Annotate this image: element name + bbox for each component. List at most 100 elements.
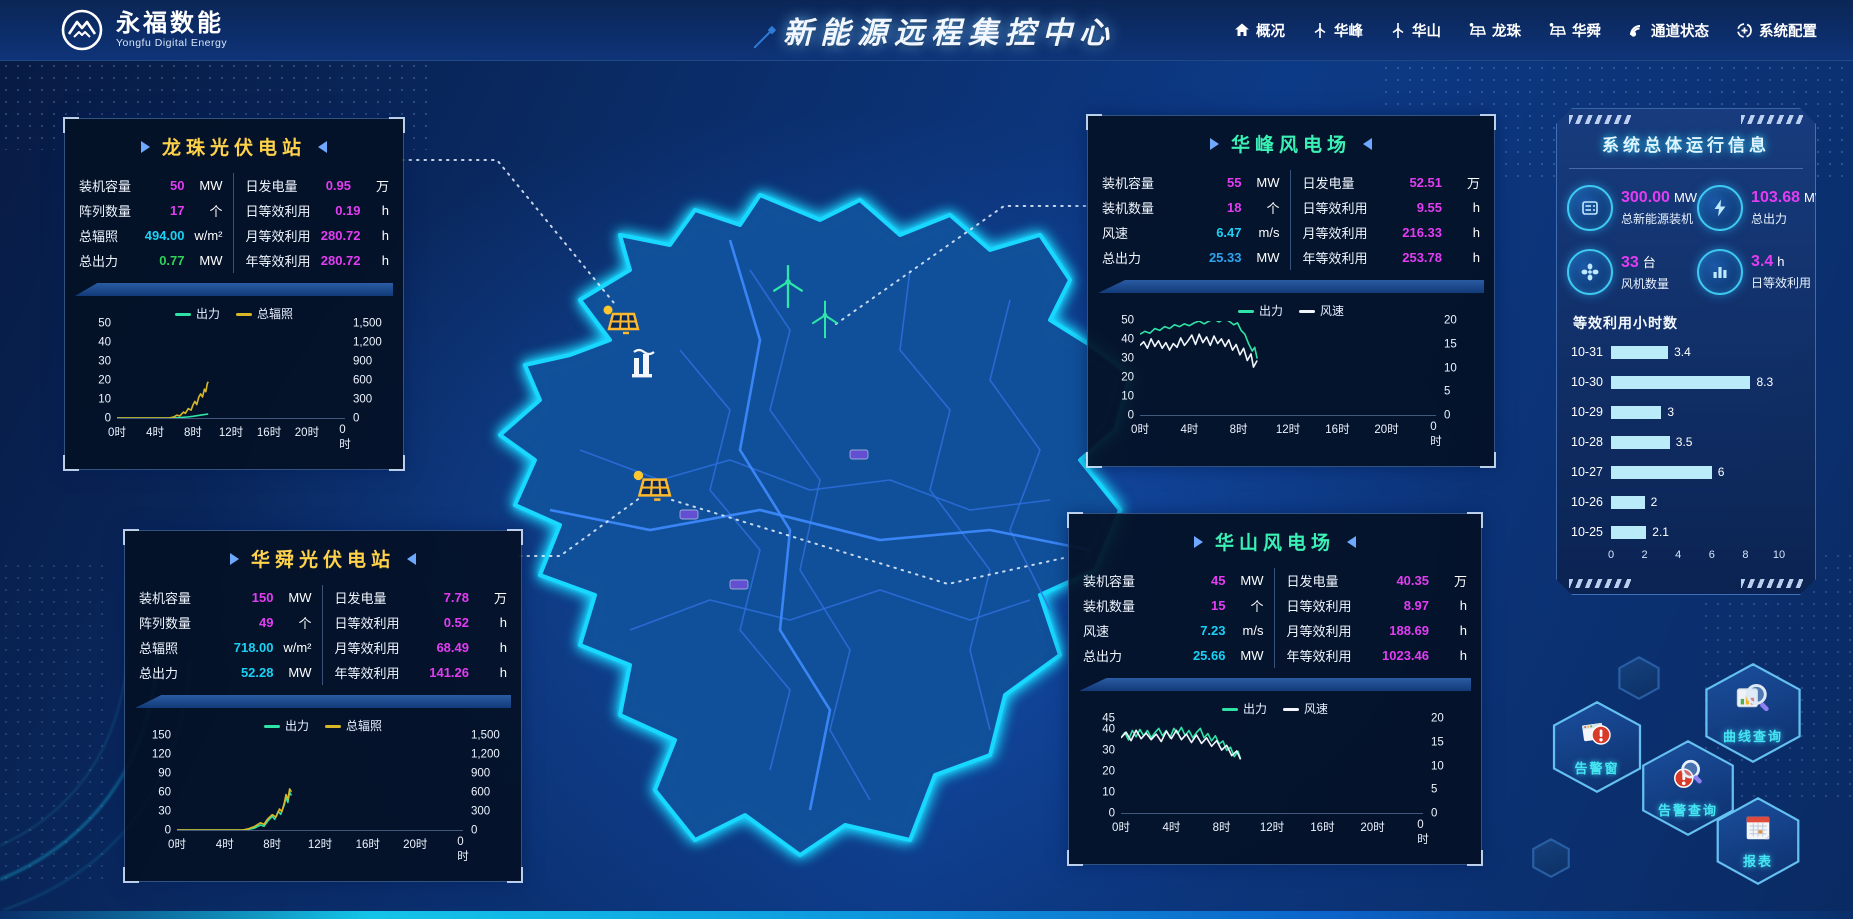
nav-item-system-config[interactable]: 系统配置 bbox=[1736, 20, 1817, 41]
bar-value: 3.4 bbox=[1674, 345, 1691, 359]
legend-item: 出力 bbox=[264, 717, 309, 734]
right-arrow-icon bbox=[318, 141, 327, 153]
metric-unit: 万 bbox=[1429, 571, 1467, 590]
corner-decoration bbox=[63, 117, 79, 133]
metric-value: 1023.46 bbox=[1379, 648, 1429, 663]
bar-value: 8.3 bbox=[1756, 375, 1773, 389]
metrics-left-column: 装机容量45MW装机数量15个风速7.23m/s总出力25.66MW bbox=[1083, 568, 1264, 668]
nav-item-channel-status[interactable]: 通道状态 bbox=[1628, 20, 1709, 41]
metric-value: 50 bbox=[135, 178, 185, 193]
metric-unit: m/s bbox=[1226, 623, 1264, 638]
chart-legend: 出力风速 bbox=[1085, 697, 1465, 719]
right-arrow-icon bbox=[407, 553, 416, 565]
nav-item-overview[interactable]: 概况 bbox=[1234, 20, 1285, 41]
divider-ribbon bbox=[75, 283, 393, 296]
right-arrow-icon bbox=[1347, 536, 1356, 548]
metric-value: 0.52 bbox=[419, 615, 469, 630]
nav-item-huashan[interactable]: 华山 bbox=[1390, 20, 1441, 41]
huashan-wind-marker[interactable] bbox=[806, 298, 844, 345]
nav-label: 系统配置 bbox=[1759, 20, 1817, 41]
metric-label: 装机容量 bbox=[1083, 571, 1176, 590]
curve-query-button[interactable]: 曲线查询 bbox=[1700, 663, 1806, 763]
sidebar-title: 系统总体运行信息 bbox=[1557, 131, 1815, 156]
company-logo: 永福数能 Yongfu Digital Energy bbox=[60, 8, 227, 52]
metric-unit: MW bbox=[1242, 250, 1280, 265]
equivalent-hours-bar-chart: 10-313.410-308.310-29310-283.510-27610-2… bbox=[1571, 337, 1801, 565]
longzhu-solar-marker[interactable] bbox=[600, 303, 640, 344]
metric-unit: h bbox=[1429, 648, 1467, 663]
stat-total-capacity: 300.00MW 总新能源装机 bbox=[1567, 185, 1697, 231]
metric-row: 年等效利用141.26h bbox=[335, 660, 508, 685]
metric-unit: 个 bbox=[1242, 198, 1280, 217]
stat-total-output: 103.68MW 总出力 bbox=[1697, 185, 1827, 231]
metric-label: 月等效利用 bbox=[1287, 621, 1380, 640]
nav-item-longzhu[interactable]: 龙珠 bbox=[1468, 20, 1521, 41]
power-icon bbox=[1697, 185, 1743, 231]
y-axis-right: 1,5001,2009006003000 bbox=[345, 324, 387, 419]
hours-icon bbox=[1697, 249, 1743, 295]
nav-item-huashun[interactable]: 华舜 bbox=[1548, 20, 1601, 41]
metric-value: 253.78 bbox=[1392, 250, 1442, 265]
panel-title: 龙珠光伏电站 bbox=[162, 133, 306, 160]
metric-row: 装机容量55MW bbox=[1102, 170, 1280, 195]
metric-value: 25.66 bbox=[1176, 648, 1226, 663]
metric-label: 月等效利用 bbox=[246, 226, 311, 245]
metric-label: 日发电量 bbox=[246, 176, 302, 195]
corner-decoration bbox=[389, 455, 405, 471]
stat-unit: MW bbox=[1804, 190, 1827, 205]
metric-unit: 万 bbox=[469, 588, 507, 607]
metric-row: 日发电量52.51万 bbox=[1303, 170, 1481, 195]
hex-button-label: 曲线查询 bbox=[1723, 726, 1783, 745]
nav-item-huafeng[interactable]: 华峰 bbox=[1312, 20, 1363, 41]
metric-unit: h bbox=[1442, 200, 1480, 215]
power-plant-marker[interactable] bbox=[628, 346, 658, 383]
metric-unit: h bbox=[1442, 250, 1480, 265]
metric-unit: h bbox=[1442, 225, 1480, 240]
metric-value: 494.00 bbox=[135, 228, 185, 243]
metric-row: 装机容量45MW bbox=[1083, 568, 1264, 593]
metric-unit: MW bbox=[274, 665, 312, 680]
metric-unit: h bbox=[469, 640, 507, 655]
hex-button-label: 告警查询 bbox=[1658, 800, 1718, 819]
legend-item: 总辐照 bbox=[236, 305, 293, 322]
nav-label: 龙珠 bbox=[1492, 20, 1521, 41]
metric-label: 年等效利用 bbox=[1303, 248, 1393, 267]
metric-label: 总出力 bbox=[139, 663, 224, 682]
logo-title: 永福数能 bbox=[116, 11, 227, 36]
chart-plot bbox=[117, 324, 345, 419]
station-metrics: 装机容量55MW装机数量18个风速6.47m/s总出力25.33MW 日发电量5… bbox=[1102, 170, 1480, 270]
hazard-stripes-decoration bbox=[1569, 115, 1631, 124]
metric-value: 280.72 bbox=[311, 228, 361, 243]
report-icon bbox=[1742, 812, 1774, 849]
bar-label: 10-27 bbox=[1571, 465, 1611, 479]
metric-unit: MW bbox=[274, 590, 312, 605]
bar-label: 10-26 bbox=[1571, 495, 1611, 509]
huafeng-station-panel: 华峰风电场 装机容量55MW装机数量18个风速6.47m/s总出力25.33MW… bbox=[1087, 115, 1495, 467]
stat-unit: MW bbox=[1674, 190, 1697, 205]
alarm-query-icon bbox=[1670, 757, 1706, 798]
metric-row: 月等效利用68.49h bbox=[335, 635, 508, 660]
metric-unit: 个 bbox=[1226, 596, 1264, 615]
system-summary-panel: 系统总体运行信息 300.00MW 总新能源装机 103.68MW 总出力 bbox=[1556, 108, 1816, 595]
metric-unit: MW bbox=[1242, 175, 1280, 190]
alarm-window-button[interactable]: 告警窗 bbox=[1548, 701, 1646, 793]
huashun-solar-marker[interactable] bbox=[630, 468, 672, 511]
metric-value: 141.26 bbox=[419, 665, 469, 680]
metric-label: 日等效利用 bbox=[1287, 596, 1380, 615]
metric-unit: MW bbox=[1226, 648, 1264, 663]
divider bbox=[1569, 168, 1803, 169]
bar-track: 3.4 bbox=[1611, 346, 1779, 359]
bottom-accent-bar bbox=[0, 911, 1853, 919]
stat-label: 总出力 bbox=[1751, 210, 1827, 227]
bar-chart-title: 等效利用小时数 bbox=[1573, 313, 1815, 333]
series-line bbox=[177, 789, 291, 830]
metric-value: 7.23 bbox=[1176, 623, 1226, 638]
bar-value: 6 bbox=[1718, 465, 1725, 479]
huafeng-wind-marker[interactable] bbox=[766, 262, 810, 315]
stat-label: 日等效利用 bbox=[1751, 274, 1811, 291]
corner-decoration bbox=[1067, 512, 1083, 528]
metric-value: 49 bbox=[224, 615, 274, 630]
solar-panel-icon bbox=[1548, 22, 1566, 38]
metric-row: 装机容量150MW bbox=[139, 585, 312, 610]
metric-value: 188.69 bbox=[1379, 623, 1429, 638]
